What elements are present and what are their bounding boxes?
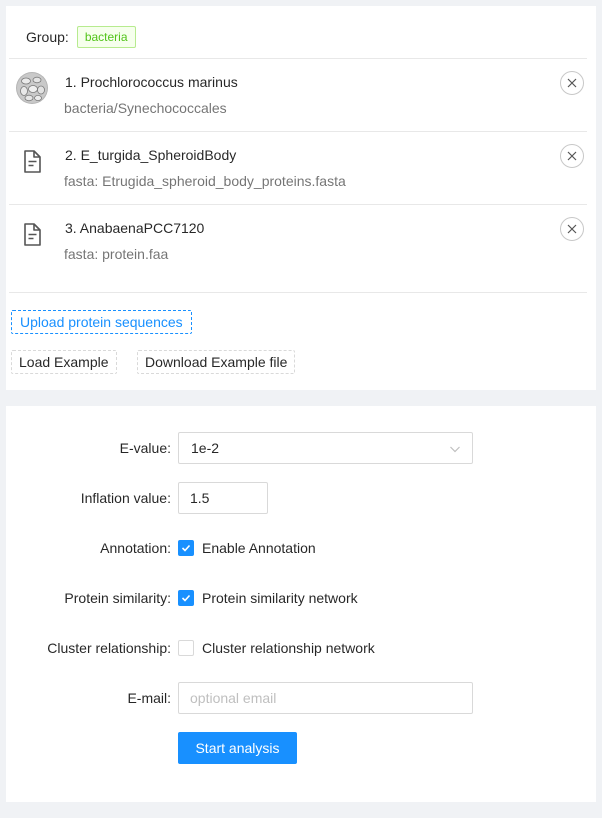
similarity-checkbox-label: Protein similarity network xyxy=(202,590,358,606)
close-icon xyxy=(567,78,577,88)
remove-item-button[interactable] xyxy=(560,217,584,241)
group-tag: bacteria xyxy=(76,26,136,48)
annotation-checkbox-label: Enable Annotation xyxy=(202,540,316,556)
list-item: 2. E_turgida_SpheroidBody fasta: Etrugid… xyxy=(9,131,587,204)
item-title: 1. Prochlorococcus marinus xyxy=(65,74,238,90)
checkmark-icon xyxy=(181,594,191,602)
similarity-checkbox-wrapper[interactable]: Protein similarity network xyxy=(178,582,358,614)
file-icon xyxy=(16,218,48,250)
cluster-checkbox-wrapper[interactable]: Cluster relationship network xyxy=(178,632,375,664)
evalue-select[interactable]: 1e-2 xyxy=(178,432,473,464)
remove-item-button[interactable] xyxy=(560,71,584,95)
selected-organism-list: 1. Prochlorococcus marinus bacteria/Syne… xyxy=(9,58,587,293)
email-label: E-mail: xyxy=(127,690,171,706)
similarity-checkbox[interactable] xyxy=(178,590,194,606)
list-item: 1. Prochlorococcus marinus bacteria/Syne… xyxy=(9,58,587,131)
annotation-checkbox-wrapper[interactable]: Enable Annotation xyxy=(178,532,316,564)
similarity-row: Protein similarity: Protein similarity n… xyxy=(6,582,596,614)
cluster-label: Cluster relationship: xyxy=(47,640,171,656)
close-icon xyxy=(567,224,577,234)
organism-thumbnail-icon xyxy=(16,72,48,104)
item-description: fasta: protein.faa xyxy=(64,246,169,262)
analysis-form-panel: E-value: 1e-2 Inflation value: Annotatio… xyxy=(6,406,596,802)
group-row: Group: bacteria xyxy=(26,26,136,48)
inflation-label: Inflation value: xyxy=(80,490,171,506)
list-item: 3. AnabaenaPCC7120 fasta: protein.faa xyxy=(9,204,587,293)
load-example-button[interactable]: Load Example xyxy=(11,350,117,374)
email-row: E-mail: xyxy=(6,682,596,714)
remove-item-button[interactable] xyxy=(560,144,584,168)
item-title: 2. E_turgida_SpheroidBody xyxy=(65,147,237,163)
evalue-label: E-value: xyxy=(119,440,171,456)
evalue-row: E-value: 1e-2 xyxy=(6,432,596,464)
email-input[interactable] xyxy=(178,682,473,714)
chevron-down-icon xyxy=(449,442,461,458)
download-example-file-button[interactable]: Download Example file xyxy=(137,350,296,374)
evalue-selected-value: 1e-2 xyxy=(191,440,220,456)
annotation-label: Annotation: xyxy=(100,540,171,556)
upload-protein-sequences-button[interactable]: Upload protein sequences xyxy=(11,310,192,334)
item-title: 3. AnabaenaPCC7120 xyxy=(65,220,205,236)
item-description: fasta: Etrugida_spheroid_body_proteins.f… xyxy=(64,173,346,189)
close-icon xyxy=(567,151,577,161)
start-analysis-button[interactable]: Start analysis xyxy=(178,732,297,764)
item-description: bacteria/Synechococcales xyxy=(64,100,227,116)
submit-row: Start analysis xyxy=(6,732,596,764)
group-label: Group: xyxy=(26,29,69,45)
cluster-row: Cluster relationship: Cluster relationsh… xyxy=(6,632,596,664)
inflation-input[interactable] xyxy=(178,482,268,514)
file-icon xyxy=(16,145,48,177)
checkmark-icon xyxy=(181,544,191,552)
cluster-checkbox[interactable] xyxy=(178,640,194,656)
organism-selection-panel: Group: bacteria 1. Prochlorococcus marin… xyxy=(6,6,596,390)
annotation-row: Annotation: Enable Annotation xyxy=(6,532,596,564)
similarity-label: Protein similarity: xyxy=(64,590,171,606)
annotation-checkbox[interactable] xyxy=(178,540,194,556)
cluster-checkbox-label: Cluster relationship network xyxy=(202,640,375,656)
inflation-row: Inflation value: xyxy=(6,482,596,514)
